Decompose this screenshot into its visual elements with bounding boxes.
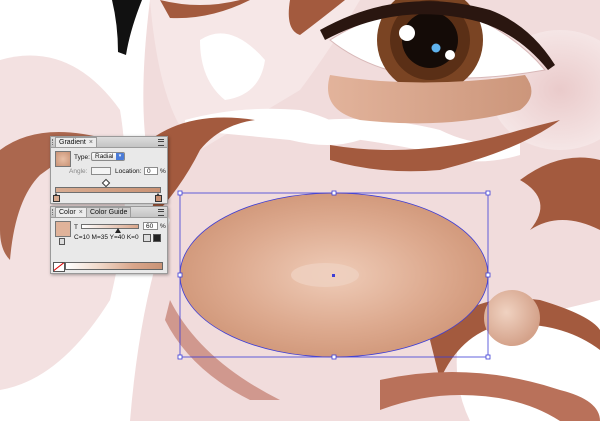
gradient-type-value: Radial (95, 153, 114, 160)
tint-field[interactable]: 60 (143, 222, 158, 230)
color-spectrum-bar[interactable] (65, 262, 163, 270)
location-field[interactable]: 0 (144, 167, 158, 175)
tab-gradient[interactable]: Gradient × (55, 137, 97, 147)
web-safe-icon[interactable] (153, 234, 161, 242)
color-panel: Color × Color Guide T 60 % C=10 M=35 Y=40… (50, 206, 168, 274)
close-icon[interactable]: × (79, 209, 83, 216)
tint-slider-thumb[interactable] (115, 228, 121, 233)
oval-highlight (291, 263, 359, 287)
type-label: Type: (74, 154, 90, 161)
color-panel-tabbar: Color × Color Guide (51, 207, 167, 218)
tab-color-label: Color (59, 209, 76, 216)
chevron-down-icon: ▾ (116, 153, 124, 160)
gradient-type-select[interactable]: Radial ▾ (91, 152, 125, 161)
tint-label: T (74, 224, 78, 231)
location-label: Location: (115, 168, 142, 175)
tab-color-guide[interactable]: Color Guide (86, 207, 132, 217)
none-color-icon[interactable] (53, 262, 65, 272)
eye-highlight-small (445, 50, 455, 60)
location-percent: % (160, 168, 166, 175)
eye-highlight-blue (431, 43, 441, 53)
tint-slider[interactable] (81, 224, 139, 229)
gradient-stop-left[interactable] (53, 193, 60, 202)
tab-gradient-label: Gradient (59, 139, 86, 146)
gradient-midpoint[interactable] (101, 178, 111, 188)
gradient-swatch[interactable] (55, 151, 71, 167)
tab-color-guide-label: Color Guide (90, 209, 128, 216)
color-swatch[interactable] (55, 221, 71, 237)
tab-color[interactable]: Color × (55, 207, 87, 217)
eye-highlight-large (399, 25, 415, 41)
panel-menu-icon[interactable] (158, 139, 164, 146)
out-of-gamut-icon[interactable] (143, 234, 151, 242)
close-icon[interactable]: × (89, 139, 93, 146)
angle-label: Angle: (69, 168, 88, 175)
gradient-stop-right[interactable] (155, 193, 162, 202)
angle-field[interactable] (91, 167, 111, 175)
panel-menu-icon[interactable] (158, 209, 164, 216)
gradient-panel: Gradient × Type: Radial ▾ Angle: Location… (50, 136, 168, 204)
cheek-circle (484, 290, 540, 346)
center-point (332, 274, 335, 277)
cmyk-readout: C=10 M=35 Y=40 K=0 (74, 234, 139, 241)
tint-percent: % (160, 223, 166, 230)
swatch-type-icon[interactable] (59, 238, 65, 245)
gradient-panel-tabbar: Gradient × (51, 137, 167, 148)
gradient-slider[interactable] (55, 187, 161, 193)
